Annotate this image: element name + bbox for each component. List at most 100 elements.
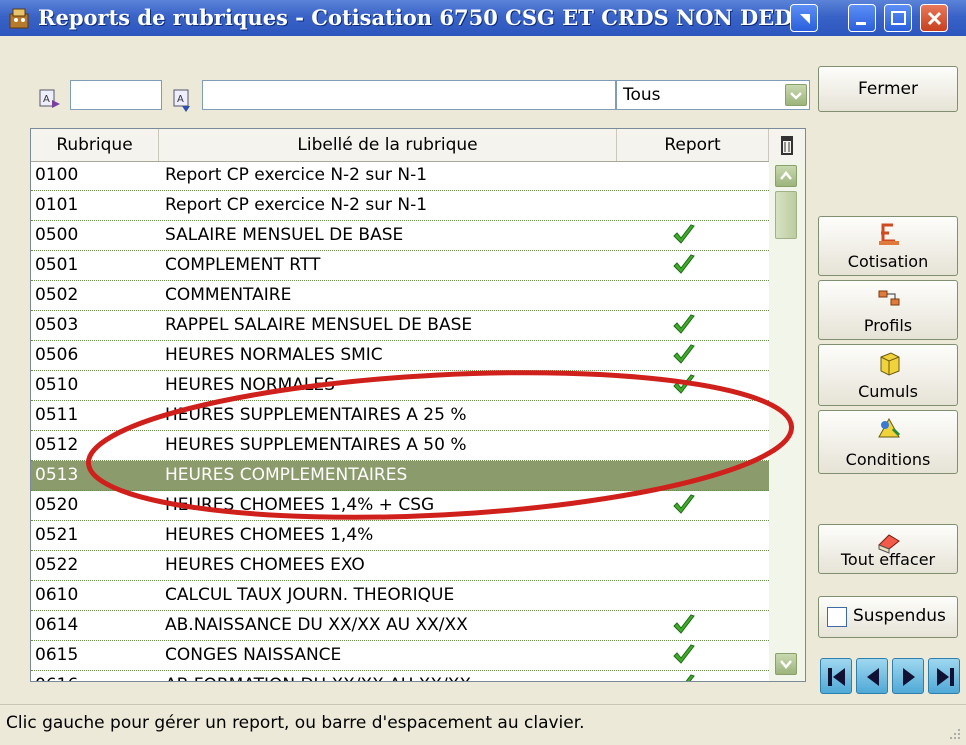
first-record-button[interactable] xyxy=(820,658,852,694)
table-row[interactable]: 0511 HEURES SUPPLEMENTAIRES A 25 % xyxy=(31,401,769,431)
checkmark-icon xyxy=(673,614,695,634)
rubrique-label: HEURES CHOMEES 1,4% + CSG xyxy=(165,495,435,515)
rubrique-code: 0101 xyxy=(35,195,79,215)
table-row[interactable]: 0522 HEURES CHOMEES EXO xyxy=(31,551,769,581)
grid-header: Rubrique Libellé de la rubrique Report xyxy=(31,129,805,162)
table-row[interactable]: 0615 CONGES NAISSANCE xyxy=(31,641,769,671)
cotisation-button[interactable]: Cotisation xyxy=(818,216,958,276)
rubrique-code: 0614 xyxy=(35,615,79,635)
rubrique-code: 0610 xyxy=(35,585,79,605)
rubrique-code: 0511 xyxy=(35,405,79,425)
checkmark-icon xyxy=(673,314,695,334)
table-row[interactable]: 0521 HEURES CHOMEES 1,4% xyxy=(31,521,769,551)
grid-scrollbar[interactable] xyxy=(769,161,805,681)
scroll-thumb[interactable] xyxy=(775,191,797,239)
chevron-down-icon[interactable] xyxy=(785,84,807,106)
maximize-button[interactable] xyxy=(884,4,912,32)
label-filter-input[interactable] xyxy=(202,80,616,110)
table-row[interactable]: 0520 HEURES CHOMEES 1,4% + CSG xyxy=(31,491,769,521)
rubrique-code: 0520 xyxy=(35,495,79,515)
table-row[interactable]: 0500 SALAIRE MENSUEL DE BASE xyxy=(31,221,769,251)
rubrique-code: 0513 xyxy=(35,465,79,485)
close-button[interactable]: Fermer xyxy=(818,66,958,112)
report-type-select[interactable]: Tous xyxy=(616,80,810,110)
maximize-icon xyxy=(891,11,906,25)
suspended-checkbox-box[interactable] xyxy=(827,607,847,627)
rubrique-code: 0502 xyxy=(35,285,79,305)
cotisation-icon xyxy=(879,223,899,245)
table-row[interactable]: 0512 HEURES SUPPLEMENTAIRES A 50 % xyxy=(31,431,769,461)
table-row[interactable]: 0616 AB.FORMATION DU XX/XX AU XX/XX xyxy=(31,671,769,681)
close-icon xyxy=(927,11,942,26)
checkmark-icon xyxy=(685,674,695,681)
clear-all-button[interactable]: Tout effacer xyxy=(818,524,958,574)
report-window: Reports de rubriques - Cotisation 6750 C… xyxy=(0,0,966,745)
table-row[interactable]: 0610 CALCUL TAUX JOURN. THEORIQUE xyxy=(31,581,769,611)
report-type-value: Tous xyxy=(623,85,661,105)
help-icon xyxy=(800,14,810,24)
rubrique-code: 0510 xyxy=(35,375,79,395)
table-row[interactable]: 0614 AB.NAISSANCE DU XX/XX AU XX/XX xyxy=(31,611,769,641)
profils-icon xyxy=(878,290,900,306)
help-button[interactable] xyxy=(790,4,818,32)
table-row[interactable]: 0101 Report CP exercice N-2 sur N-1 xyxy=(31,191,769,221)
column-header-report[interactable]: Report xyxy=(617,129,769,161)
suspended-label: Suspendus xyxy=(853,606,946,626)
checkmark-icon xyxy=(673,224,695,244)
rubrique-code: 0521 xyxy=(35,525,79,545)
minimize-icon xyxy=(856,22,866,25)
rubrique-label: AB.FORMATION DU XX/XX AU XX/XX xyxy=(165,671,605,681)
profils-label: Profils xyxy=(863,316,913,335)
rubrique-code: 0616 xyxy=(35,671,78,681)
rubrique-label: HEURES SUPPLEMENTAIRES A 25 % xyxy=(165,405,467,425)
window-title: Reports de rubriques - Cotisation 6750 C… xyxy=(38,5,811,30)
scroll-down-button[interactable] xyxy=(775,653,797,675)
minimize-button[interactable] xyxy=(848,4,876,32)
rubrique-label: Report CP exercice N-2 sur N-1 xyxy=(165,165,428,185)
chevron-up-icon xyxy=(780,171,792,180)
rubrique-code: 0506 xyxy=(35,345,79,365)
resize-grip-icon[interactable] xyxy=(948,727,962,741)
rubrique-grid[interactable]: Rubrique Libellé de la rubrique Report 0… xyxy=(30,128,806,682)
rubrique-code: 0522 xyxy=(35,555,79,575)
previous-icon xyxy=(867,668,879,686)
checkmark-icon xyxy=(673,254,695,274)
rubrique-label: HEURES COMPLEMENTAIRES xyxy=(165,465,408,485)
suspended-checkbox[interactable]: Suspendus xyxy=(818,596,958,638)
rubrique-code: 0501 xyxy=(35,255,79,275)
status-text: Clic gauche pour gérer un report, ou bar… xyxy=(6,713,585,733)
cotisation-label: Cotisation xyxy=(847,252,929,271)
rubrique-label: CALCUL TAUX JOURN. THEORIQUE xyxy=(165,585,455,605)
conditions-button[interactable]: Conditions xyxy=(818,410,958,474)
next-record-button[interactable] xyxy=(892,658,924,694)
table-row[interactable]: 0513 HEURES COMPLEMENTAIRES xyxy=(31,461,769,491)
filter-label-icon: A xyxy=(173,89,190,112)
close-window-button[interactable] xyxy=(920,4,948,32)
filter-code-icon: A xyxy=(39,89,60,108)
rubrique-code: 0512 xyxy=(35,435,79,455)
next-icon xyxy=(903,668,915,686)
column-header-rubrique[interactable]: Rubrique xyxy=(31,129,159,161)
last-record-button[interactable] xyxy=(928,658,960,694)
rubrique-label: Report CP exercice N-2 sur N-1 xyxy=(165,195,428,215)
scroll-up-button[interactable] xyxy=(775,165,797,187)
table-row[interactable]: 0503 RAPPEL SALAIRE MENSUEL DE BASE xyxy=(31,311,769,341)
previous-record-button[interactable] xyxy=(856,658,888,694)
column-header-libelle[interactable]: Libellé de la rubrique xyxy=(159,129,617,161)
rubrique-label: HEURES SUPPLEMENTAIRES A 50 % xyxy=(165,435,467,455)
checkmark-icon xyxy=(673,374,695,394)
chevron-down-icon xyxy=(780,660,792,669)
status-bar: Clic gauche pour gérer un report, ou bar… xyxy=(0,704,966,745)
rubrique-label: SALAIRE MENSUEL DE BASE xyxy=(165,225,404,245)
cumuls-button[interactable]: Cumuls xyxy=(818,344,958,406)
table-row[interactable]: 0502 COMMENTAIRE xyxy=(31,281,769,311)
profils-button[interactable]: Profils xyxy=(818,280,958,340)
title-bar[interactable]: Reports de rubriques - Cotisation 6750 C… xyxy=(0,0,966,36)
column-chooser-button[interactable] xyxy=(769,129,805,161)
table-row[interactable]: 0506 HEURES NORMALES SMIC xyxy=(31,341,769,371)
table-row[interactable]: 0510 HEURES NORMALES xyxy=(31,371,769,401)
table-row[interactable]: 0100 Report CP exercice N-2 sur N-1 xyxy=(31,161,769,191)
table-row[interactable]: 0501 COMPLEMENT RTT xyxy=(31,251,769,281)
trash-icon xyxy=(781,136,793,155)
code-filter-input[interactable] xyxy=(70,80,162,110)
